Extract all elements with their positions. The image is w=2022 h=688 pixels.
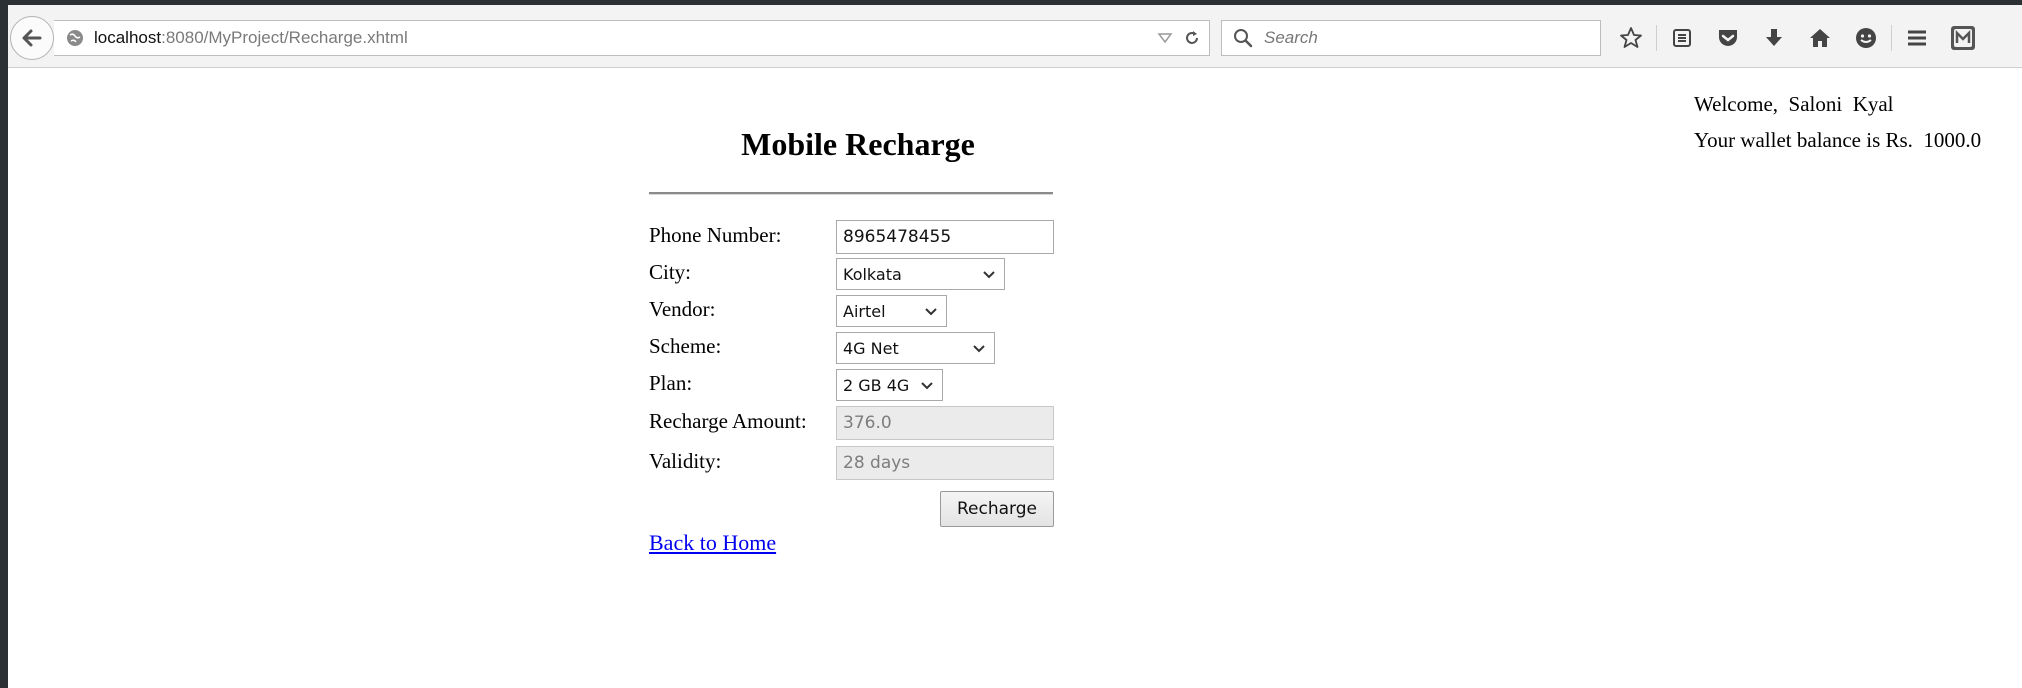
menu-button[interactable]	[1894, 19, 1940, 57]
url-actions	[1157, 21, 1201, 55]
pocket-button[interactable]	[1705, 19, 1751, 57]
pocket-icon	[1719, 30, 1737, 46]
download-icon	[1766, 29, 1782, 46]
city-label: City:	[649, 260, 692, 284]
toolbar-separator	[1656, 25, 1657, 51]
phone-label: Phone Number:	[649, 223, 782, 247]
menu-icon	[1908, 30, 1926, 46]
wallet-balance: Your wallet balance is Rs. 1000.0	[1694, 128, 1982, 152]
city-select[interactable]: Kolkata	[836, 258, 1005, 290]
phone-number-input[interactable]	[836, 220, 1054, 254]
back-to-home-link[interactable]: Back to Home	[649, 530, 776, 556]
star-icon	[1620, 27, 1642, 48]
recharge-button[interactable]: Recharge	[940, 491, 1054, 527]
back-button[interactable]	[10, 16, 54, 60]
chevron-down-icon	[921, 382, 933, 390]
chat-icon	[1856, 28, 1876, 48]
url-path: :8080/MyProject/Recharge.xhtml	[161, 28, 408, 47]
extension-button[interactable]	[1940, 19, 1986, 57]
scheme-select[interactable]: 4G Net	[836, 332, 995, 364]
validity-field	[836, 446, 1054, 480]
vendor-label: Vendor:	[649, 297, 716, 321]
search-input[interactable]	[1262, 27, 1586, 49]
welcome-text: Welcome, Saloni Kyal	[1694, 92, 1894, 116]
scheme-value: 4G Net	[843, 338, 899, 358]
bookmark-star-button[interactable]	[1608, 19, 1654, 57]
reload-icon[interactable]	[1183, 29, 1201, 47]
reading-list-icon	[1673, 29, 1691, 47]
recharge-amount-field	[836, 406, 1054, 440]
user-greeting: Welcome, Saloni Kyal Your wallet balance …	[1694, 86, 1981, 158]
chevron-down-icon	[983, 271, 995, 279]
vendor-value: Airtel	[843, 301, 886, 321]
page-content: Welcome, Saloni Kyal Your wallet balance …	[8, 68, 2022, 688]
vendor-select[interactable]: Airtel	[836, 295, 947, 327]
back-arrow-icon	[22, 29, 42, 47]
plan-label: Plan:	[649, 371, 693, 395]
validity-label: Validity:	[649, 449, 722, 473]
magnifier-icon	[1234, 29, 1253, 48]
chat-button[interactable]	[1843, 19, 1889, 57]
chevron-down-icon	[973, 345, 985, 353]
title-divider	[649, 192, 1053, 195]
amount-label: Recharge Amount:	[649, 409, 807, 433]
triangle-down-icon[interactable]	[1157, 30, 1173, 46]
downloads-button[interactable]	[1751, 19, 1797, 57]
extension-icon	[1951, 26, 1975, 50]
scheme-label: Scheme:	[649, 334, 722, 358]
chevron-down-icon	[925, 308, 937, 316]
url-text[interactable]: localhost:8080/MyProject/Recharge.xhtml	[94, 28, 408, 48]
reading-list-button[interactable]	[1659, 19, 1705, 57]
page-title: Mobile Recharge	[741, 126, 975, 162]
url-host: localhost	[94, 28, 162, 47]
plan-value: 2 GB 4G	[843, 375, 910, 395]
browser-window: localhost:8080/MyProject/Recharge.xhtml	[8, 5, 2022, 688]
browser-toolbar: localhost:8080/MyProject/Recharge.xhtml	[8, 5, 2022, 68]
home-button[interactable]	[1797, 19, 1843, 57]
toolbar-separator	[1891, 25, 1892, 51]
address-bar[interactable]: localhost:8080/MyProject/Recharge.xhtml	[54, 20, 1210, 56]
search-bar[interactable]	[1221, 20, 1601, 56]
toolbar-icons	[1608, 19, 1986, 57]
globe-icon	[67, 30, 83, 46]
plan-select[interactable]: 2 GB 4G	[836, 369, 943, 401]
home-icon	[1810, 29, 1830, 47]
city-value: Kolkata	[843, 264, 902, 284]
